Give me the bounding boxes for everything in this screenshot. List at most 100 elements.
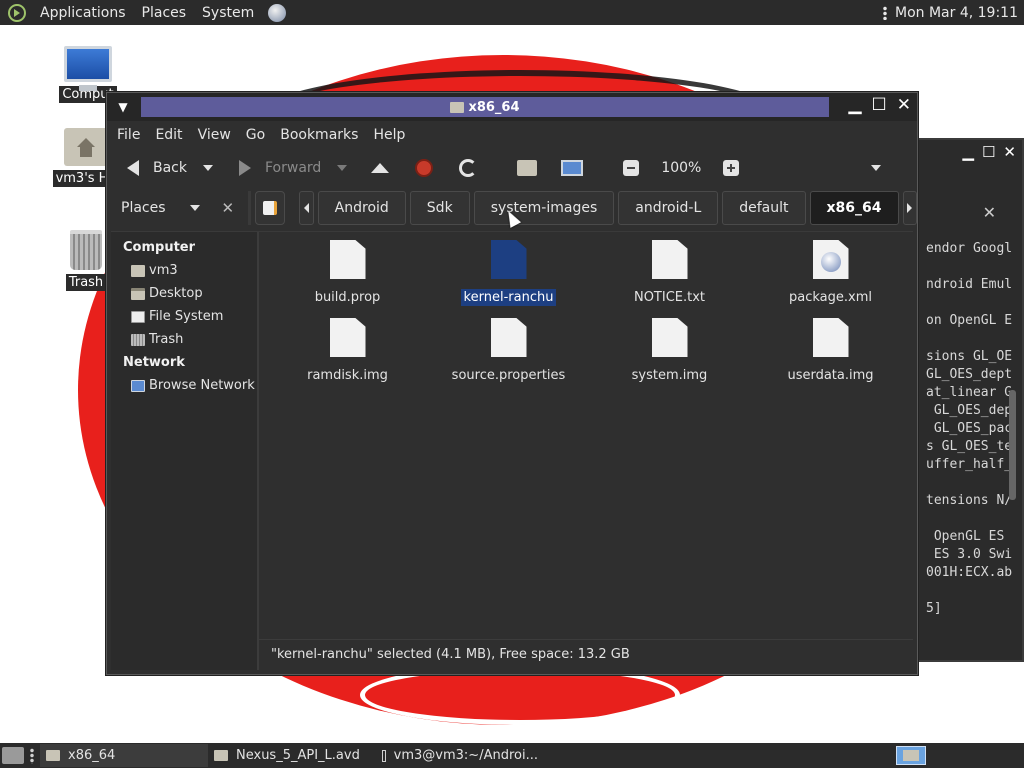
taskbar-item-avd-folder[interactable]: Nexus_5_API_L.avd	[208, 744, 376, 767]
stop-icon	[415, 159, 434, 177]
maximize-icon[interactable]: ☐	[982, 143, 995, 161]
terminal-tab-close-icon[interactable]: ✕	[916, 192, 1022, 232]
zoom-in-button[interactable]	[717, 153, 745, 183]
sidebar-item-trash[interactable]: Trash	[111, 328, 257, 351]
terminal-window[interactable]: ▁ ☐ ✕ ✕ endor Googl ndroid Emul on OpenG…	[914, 138, 1024, 662]
folder-icon	[450, 101, 465, 113]
menu-view[interactable]: View	[198, 127, 231, 143]
breadcrumb-android-l[interactable]: android-L	[618, 191, 719, 225]
bottom-panel: x86_64 Nexus_5_API_L.avd vm3@vm3:~/Andro…	[0, 743, 1024, 768]
menu-edit[interactable]: Edit	[155, 127, 182, 143]
window-title[interactable]: x86_64	[141, 97, 829, 117]
menu-help[interactable]: Help	[373, 127, 405, 143]
maximize-icon[interactable]: ☐	[872, 95, 887, 115]
forward-button[interactable]: Forward	[233, 153, 353, 183]
terminal-line: sions GL_OE	[926, 349, 1013, 364]
panel-handle-icon[interactable]	[30, 747, 34, 764]
window-titlebar[interactable]: ▼ x86_64 ▁ ☐ ✕	[107, 93, 917, 121]
terminal-line: 5]	[926, 601, 942, 616]
chevron-down-icon[interactable]	[189, 205, 200, 211]
file-item[interactable]: build.prop	[267, 240, 428, 306]
reload-icon	[459, 159, 478, 177]
minimize-icon[interactable]: ▁	[962, 143, 974, 161]
up-button[interactable]	[365, 153, 395, 183]
show-desktop-icon[interactable]	[2, 747, 24, 764]
breadcrumb-default[interactable]: default	[722, 191, 806, 225]
file-item[interactable]: source.properties	[428, 318, 589, 384]
window-menu-icon[interactable]: ▼	[107, 100, 139, 114]
panel-handle-icon[interactable]	[883, 5, 887, 20]
workspace-switcher[interactable]	[896, 746, 926, 765]
file-item[interactable]: kernel-ranchu	[428, 240, 589, 306]
breadcrumb-scroll-left[interactable]	[299, 191, 314, 225]
stop-button[interactable]	[409, 153, 439, 183]
breadcrumb-x86-64[interactable]: x86_64	[809, 191, 899, 225]
zoom-in-icon	[723, 160, 740, 176]
file-item[interactable]: NOTICE.txt	[589, 240, 750, 306]
file-manager-window: ▼ x86_64 ▁ ☐ ✕ File Edit View Go Bookmar…	[106, 92, 918, 675]
file-name: package.xml	[789, 290, 872, 305]
desktop-icon-label: Trash	[65, 274, 107, 291]
terminal-line: s GL_OES_te	[926, 439, 1013, 454]
toolbar: Back Forward 100%	[107, 149, 917, 187]
terminal-output[interactable]: endor Googl ndroid Emul on OpenGL E sion…	[916, 240, 1022, 618]
places-menu[interactable]: Places	[134, 0, 195, 25]
file-item[interactable]: userdata.img	[750, 318, 911, 384]
file-name: NOTICE.txt	[633, 290, 706, 305]
sidebar-item-desktop[interactable]: Desktop	[111, 282, 257, 305]
menu-file[interactable]: File	[117, 127, 140, 143]
computer-button[interactable]	[555, 153, 589, 183]
taskbar-item-terminal[interactable]: vm3@vm3:~/Androi...	[376, 744, 544, 767]
breadcrumb-system-images[interactable]: system-images	[473, 191, 615, 225]
sidebar-item-browse-network[interactable]: Browse Network	[111, 374, 257, 397]
terminal-line: GL_OES_dept	[926, 367, 1013, 382]
zoom-out-icon	[623, 160, 640, 176]
reload-button[interactable]	[453, 153, 483, 183]
taskbar-item-x86-64[interactable]: x86_64	[40, 744, 208, 767]
sidebar-item-home[interactable]: vm3	[111, 259, 257, 282]
forward-history-dropdown-icon[interactable]	[337, 165, 348, 171]
breadcrumb-sdk[interactable]: Sdk	[409, 191, 470, 225]
sidebar-item-label: vm3	[149, 263, 178, 278]
terminal-line: ES 3.0 Swi	[926, 547, 1013, 562]
sidebar-item-filesystem[interactable]: File System	[111, 305, 257, 328]
file-name: userdata.img	[787, 368, 874, 383]
file-view[interactable]: build.prop kernel-ranchu NOTICE.txt pack…	[259, 232, 913, 669]
folder-icon	[214, 750, 228, 761]
system-menu[interactable]: System	[194, 0, 262, 25]
back-history-dropdown-icon[interactable]	[203, 165, 213, 171]
close-icon[interactable]: ✕	[897, 95, 911, 115]
file-item[interactable]: ramdisk.img	[267, 318, 428, 384]
xml-file-icon	[812, 240, 849, 279]
menu-go[interactable]: Go	[246, 127, 265, 143]
close-side-pane-icon[interactable]: ✕	[222, 199, 235, 217]
chevron-left-icon	[303, 203, 309, 213]
minimize-icon[interactable]: ▁	[848, 95, 861, 115]
breadcrumb-scroll-right[interactable]	[902, 191, 917, 225]
home-button[interactable]	[511, 153, 543, 183]
distro-logo-icon[interactable]	[8, 3, 26, 22]
menubar: File Edit View Go Bookmarks Help	[107, 121, 917, 149]
terminal-titlebar[interactable]: ▁ ☐ ✕	[916, 140, 1022, 164]
breadcrumb-android[interactable]: Android	[317, 191, 406, 225]
terminal-line: tensions N/	[926, 493, 1013, 508]
side-pane-selector[interactable]: Places ✕	[107, 199, 244, 217]
applications-menu[interactable]: Applications	[32, 0, 134, 25]
menu-bookmarks[interactable]: Bookmarks	[280, 127, 358, 143]
zoom-level: 100%	[661, 160, 702, 176]
web-browser-launcher-icon[interactable]	[268, 3, 287, 22]
terminal-scrollbar[interactable]	[1009, 390, 1016, 500]
network-icon	[131, 379, 145, 392]
back-button[interactable]: Back	[121, 153, 219, 183]
file-item[interactable]: system.img	[589, 318, 750, 384]
panel-clock[interactable]: Mon Mar 4, 19:11	[895, 5, 1024, 21]
close-icon[interactable]: ✕	[1003, 143, 1016, 161]
file-item[interactable]: package.xml	[750, 240, 911, 306]
zoom-out-button[interactable]	[617, 153, 645, 183]
toolbar-overflow-button[interactable]	[865, 153, 887, 183]
toggle-location-entry-button[interactable]	[254, 191, 286, 225]
taskbar-item-label: x86_64	[68, 748, 116, 763]
